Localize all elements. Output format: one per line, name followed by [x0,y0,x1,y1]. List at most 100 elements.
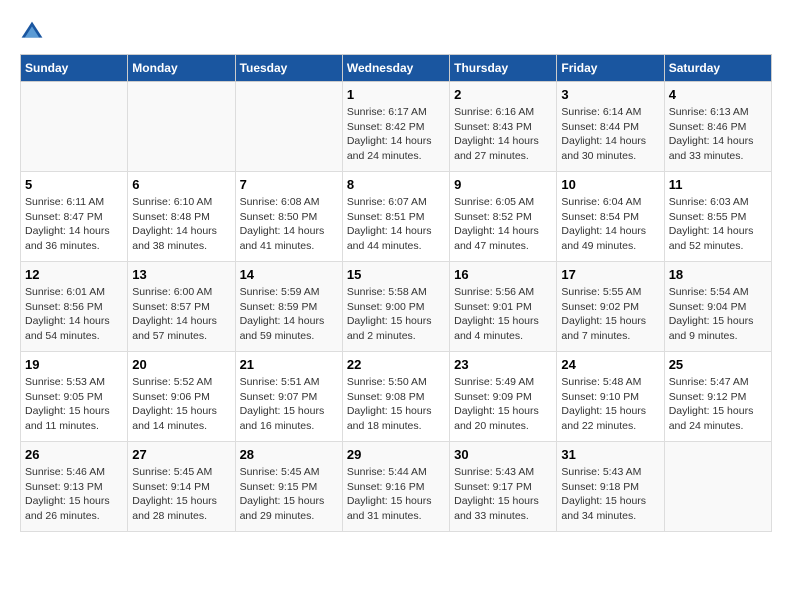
calendar-cell: 5 Sunrise: 6:11 AM Sunset: 8:47 PM Daylig… [21,172,128,262]
logo-icon [20,20,44,44]
day-number: 15 [347,267,445,282]
calendar-cell: 17 Sunrise: 5:55 AM Sunset: 9:02 PM Dayli… [557,262,664,352]
day-number: 25 [669,357,767,372]
calendar-cell: 8Sunrise: 6:07 AM Sunset: 8:51 PM Daylig… [342,172,449,262]
day-info: Sunrise: 6:13 AM Sunset: 8:46 PM Dayligh… [669,105,767,164]
day-info: Sunrise: 5:43 AM Sunset: 9:18 PM Dayligh… [561,465,659,524]
calendar-week-row: 1Sunrise: 6:17 AM Sunset: 8:42 PM Daylig… [21,82,772,172]
day-info: Sunrise: 5:45 AM Sunset: 9:14 PM Dayligh… [132,465,230,524]
header-monday: Monday [128,55,235,82]
day-number: 30 [454,447,552,462]
day-number: 16 [454,267,552,282]
calendar-cell: 20 Sunrise: 5:52 AM Sunset: 9:06 PM Dayli… [128,352,235,442]
header-sunday: Sunday [21,55,128,82]
calendar-cell: 22Sunrise: 5:50 AM Sunset: 9:08 PM Dayli… [342,352,449,442]
day-info: Sunrise: 6:04 AM Sunset: 8:54 PM Dayligh… [561,195,659,254]
day-number: 29 [347,447,445,462]
calendar-cell: 7 Sunrise: 6:08 AM Sunset: 8:50 PM Daylig… [235,172,342,262]
calendar-cell: 4 Sunrise: 6:13 AM Sunset: 8:46 PM Daylig… [664,82,771,172]
day-info: Sunrise: 5:48 AM Sunset: 9:10 PM Dayligh… [561,375,659,434]
day-info: Sunrise: 6:10 AM Sunset: 8:48 PM Dayligh… [132,195,230,254]
day-number: 10 [561,177,659,192]
day-number: 27 [132,447,230,462]
calendar-cell: 11 Sunrise: 6:03 AM Sunset: 8:55 PM Dayli… [664,172,771,262]
day-info: Sunrise: 5:52 AM Sunset: 9:06 PM Dayligh… [132,375,230,434]
day-info: Sunrise: 6:00 AM Sunset: 8:57 PM Dayligh… [132,285,230,344]
day-info: Sunrise: 6:03 AM Sunset: 8:55 PM Dayligh… [669,195,767,254]
calendar-cell: 25 Sunrise: 5:47 AM Sunset: 9:12 PM Dayli… [664,352,771,442]
calendar-week-row: 12 Sunrise: 6:01 AM Sunset: 8:56 PM Dayli… [21,262,772,352]
day-number: 20 [132,357,230,372]
calendar-cell: 13 Sunrise: 6:00 AM Sunset: 8:57 PM Dayli… [128,262,235,352]
day-number: 13 [132,267,230,282]
calendar-cell: 21 Sunrise: 5:51 AM Sunset: 9:07 PM Dayli… [235,352,342,442]
day-info: Sunrise: 5:44 AM Sunset: 9:16 PM Dayligh… [347,465,445,524]
day-info: Sunrise: 5:46 AM Sunset: 9:13 PM Dayligh… [25,465,123,524]
calendar-cell: 18Sunrise: 5:54 AM Sunset: 9:04 PM Dayli… [664,262,771,352]
day-number: 17 [561,267,659,282]
day-number: 6 [132,177,230,192]
calendar-cell [664,442,771,532]
calendar-cell: 19 Sunrise: 5:53 AM Sunset: 9:05 PM Dayli… [21,352,128,442]
day-info: Sunrise: 5:45 AM Sunset: 9:15 PM Dayligh… [240,465,338,524]
header-wednesday: Wednesday [342,55,449,82]
calendar-cell: 27 Sunrise: 5:45 AM Sunset: 9:14 PM Dayli… [128,442,235,532]
calendar-cell: 23 Sunrise: 5:49 AM Sunset: 9:09 PM Dayli… [450,352,557,442]
day-info: Sunrise: 5:59 AM Sunset: 8:59 PM Dayligh… [240,285,338,344]
day-number: 1 [347,87,445,102]
day-info: Sunrise: 5:51 AM Sunset: 9:07 PM Dayligh… [240,375,338,434]
day-info: Sunrise: 6:14 AM Sunset: 8:44 PM Dayligh… [561,105,659,164]
header-friday: Friday [557,55,664,82]
day-info: Sunrise: 5:49 AM Sunset: 9:09 PM Dayligh… [454,375,552,434]
calendar-header-row: SundayMondayTuesdayWednesdayThursdayFrid… [21,55,772,82]
day-info: Sunrise: 5:43 AM Sunset: 9:17 PM Dayligh… [454,465,552,524]
day-info: Sunrise: 6:01 AM Sunset: 8:56 PM Dayligh… [25,285,123,344]
calendar-cell [128,82,235,172]
day-number: 23 [454,357,552,372]
calendar-cell: 6 Sunrise: 6:10 AM Sunset: 8:48 PM Daylig… [128,172,235,262]
day-number: 8 [347,177,445,192]
day-number: 12 [25,267,123,282]
calendar-cell: 3 Sunrise: 6:14 AM Sunset: 8:44 PM Daylig… [557,82,664,172]
day-number: 21 [240,357,338,372]
calendar-cell: 10 Sunrise: 6:04 AM Sunset: 8:54 PM Dayli… [557,172,664,262]
day-info: Sunrise: 6:16 AM Sunset: 8:43 PM Dayligh… [454,105,552,164]
calendar-cell: 26 Sunrise: 5:46 AM Sunset: 9:13 PM Dayli… [21,442,128,532]
logo [20,20,48,44]
header-thursday: Thursday [450,55,557,82]
day-number: 14 [240,267,338,282]
calendar-cell: 30 Sunrise: 5:43 AM Sunset: 9:17 PM Dayli… [450,442,557,532]
day-number: 3 [561,87,659,102]
calendar-cell: 24Sunrise: 5:48 AM Sunset: 9:10 PM Dayli… [557,352,664,442]
day-info: Sunrise: 6:08 AM Sunset: 8:50 PM Dayligh… [240,195,338,254]
calendar-cell: 9Sunrise: 6:05 AM Sunset: 8:52 PM Daylig… [450,172,557,262]
day-number: 22 [347,357,445,372]
day-info: Sunrise: 5:56 AM Sunset: 9:01 PM Dayligh… [454,285,552,344]
day-info: Sunrise: 5:55 AM Sunset: 9:02 PM Dayligh… [561,285,659,344]
header-tuesday: Tuesday [235,55,342,82]
page-header [20,20,772,44]
day-info: Sunrise: 5:47 AM Sunset: 9:12 PM Dayligh… [669,375,767,434]
day-number: 11 [669,177,767,192]
calendar-cell: 28 Sunrise: 5:45 AM Sunset: 9:15 PM Dayli… [235,442,342,532]
day-number: 31 [561,447,659,462]
day-number: 5 [25,177,123,192]
day-number: 9 [454,177,552,192]
day-number: 19 [25,357,123,372]
calendar-cell: 29 Sunrise: 5:44 AM Sunset: 9:16 PM Dayli… [342,442,449,532]
calendar-cell [235,82,342,172]
day-number: 4 [669,87,767,102]
calendar-cell: 2 Sunrise: 6:16 AM Sunset: 8:43 PM Daylig… [450,82,557,172]
day-info: Sunrise: 6:11 AM Sunset: 8:47 PM Dayligh… [25,195,123,254]
day-number: 2 [454,87,552,102]
calendar-week-row: 19 Sunrise: 5:53 AM Sunset: 9:05 PM Dayli… [21,352,772,442]
day-number: 26 [25,447,123,462]
calendar-cell: 16 Sunrise: 5:56 AM Sunset: 9:01 PM Dayli… [450,262,557,352]
calendar-week-row: 5 Sunrise: 6:11 AM Sunset: 8:47 PM Daylig… [21,172,772,262]
calendar-cell: 1Sunrise: 6:17 AM Sunset: 8:42 PM Daylig… [342,82,449,172]
day-info: Sunrise: 5:53 AM Sunset: 9:05 PM Dayligh… [25,375,123,434]
day-number: 28 [240,447,338,462]
day-number: 7 [240,177,338,192]
calendar-cell: 14 Sunrise: 5:59 AM Sunset: 8:59 PM Dayli… [235,262,342,352]
calendar-cell: 15Sunrise: 5:58 AM Sunset: 9:00 PM Dayli… [342,262,449,352]
